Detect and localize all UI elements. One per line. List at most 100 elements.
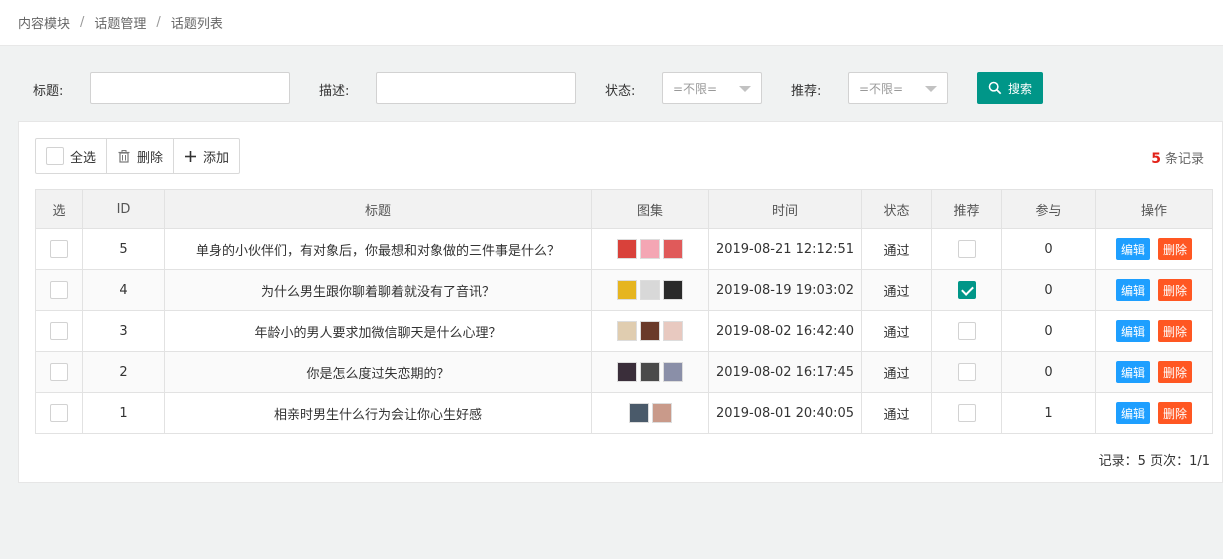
edit-button[interactable]: 编辑 — [1115, 238, 1150, 260]
filter-bar: 标题: 描述: 状态: =不限= 推荐: =不限= 搜索 — [0, 58, 1223, 118]
status-select[interactable]: =不限= — [662, 72, 762, 104]
gallery-thumbnail[interactable] — [628, 403, 649, 423]
row-checkbox[interactable] — [50, 281, 68, 299]
select-all-label: 全选 — [70, 150, 97, 166]
row-gallery — [591, 351, 709, 393]
delete-row-button[interactable]: 删除 — [1158, 279, 1193, 301]
row-select-cell — [35, 310, 83, 352]
row-gallery — [591, 392, 709, 434]
row-join: 1 — [1001, 392, 1096, 434]
row-gallery — [591, 269, 709, 311]
row-title: 单身的小伙伴们，有对象后，你最想和对象做的三件事是什么？ — [164, 228, 592, 270]
pager-info: 记录：5 页次：1/1 — [1098, 454, 1210, 469]
edit-button[interactable]: 编辑 — [1115, 279, 1150, 301]
breadcrumb-separator: / — [80, 15, 85, 30]
row-id: 5 — [82, 228, 165, 270]
row-gallery — [591, 310, 709, 352]
row-select-cell — [35, 228, 83, 270]
row-id: 4 — [82, 269, 165, 311]
add-button[interactable]: 添加 — [174, 139, 239, 173]
trash-icon — [118, 150, 130, 163]
table-header-row: 选 ID 标题 图集 时间 状态 推荐 参与 操作 — [35, 189, 1213, 229]
gallery-thumbnail[interactable] — [663, 280, 683, 300]
row-join: 0 — [1001, 351, 1096, 393]
status-select-value: =不限= — [673, 81, 718, 96]
gallery-thumbnail[interactable] — [617, 321, 637, 341]
add-label: 添加 — [203, 150, 230, 166]
row-time: 2019-08-01 20:40:05 — [708, 392, 862, 434]
header-id: ID — [82, 189, 165, 229]
status-label: 状态: — [605, 84, 636, 99]
row-actions: 编辑 删除 — [1095, 310, 1213, 352]
row-status: 通过 — [861, 392, 932, 434]
header-title: 标题 — [164, 189, 592, 229]
row-id: 2 — [82, 351, 165, 393]
breadcrumb: 内容模块 / 话题管理 / 话题列表 — [0, 0, 1223, 46]
search-button-label: 搜索 — [1007, 81, 1032, 96]
topic-list-panel: 全选 删除 添加 5 条记录 选 ID 标题 图集 时间 状态 推荐 参与 操作… — [18, 121, 1223, 483]
row-title: 相亲时男生什么行为会让你心生好感 — [164, 392, 592, 434]
title-input[interactable] — [90, 72, 290, 104]
row-time: 2019-08-21 12:12:51 — [708, 228, 862, 270]
breadcrumb-item-content-module[interactable]: 内容模块 — [18, 13, 70, 32]
search-icon — [988, 81, 1002, 95]
recommend-checkbox[interactable] — [957, 404, 976, 422]
table-row: 2 你是怎么度过失恋期的？ 2019-08-02 16:17:45 通过 0 编… — [35, 351, 1213, 393]
edit-button[interactable]: 编辑 — [1115, 320, 1150, 342]
row-checkbox[interactable] — [50, 322, 68, 340]
row-checkbox[interactable] — [50, 363, 68, 381]
row-checkbox[interactable] — [50, 404, 68, 422]
row-join: 0 — [1001, 269, 1096, 311]
header-status: 状态 — [861, 189, 932, 229]
row-recommend-cell — [931, 269, 1002, 311]
row-status: 通过 — [861, 351, 932, 393]
edit-button[interactable]: 编辑 — [1115, 361, 1150, 383]
recommend-checkbox[interactable] — [957, 281, 976, 299]
row-select-cell — [35, 269, 83, 311]
row-time: 2019-08-19 19:03:02 — [708, 269, 862, 311]
search-button[interactable]: 搜索 — [977, 72, 1043, 104]
delete-row-button[interactable]: 删除 — [1158, 361, 1193, 383]
gallery-thumbnail[interactable] — [651, 403, 672, 423]
gallery-thumbnail[interactable] — [640, 280, 660, 300]
delete-row-button[interactable]: 删除 — [1158, 320, 1193, 342]
table-row: 3 年龄小的男人要求加微信聊天是什么心理？ 2019-08-02 16:42:4… — [35, 310, 1213, 352]
delete-label: 删除 — [137, 150, 164, 166]
desc-label: 描述: — [319, 84, 350, 99]
gallery-thumbnail[interactable] — [617, 362, 637, 382]
header-gallery: 图集 — [591, 189, 709, 229]
recommend-select[interactable]: =不限= — [848, 72, 948, 104]
row-join: 0 — [1001, 310, 1096, 352]
gallery-thumbnail[interactable] — [663, 239, 683, 259]
delete-row-button[interactable]: 删除 — [1158, 402, 1193, 424]
recommend-checkbox[interactable] — [957, 240, 976, 258]
select-all-button[interactable]: 全选 — [36, 139, 108, 173]
gallery-thumbnail[interactable] — [663, 321, 683, 341]
toolbar: 全选 删除 添加 — [35, 138, 241, 174]
row-select-cell — [35, 392, 83, 434]
row-actions: 编辑 删除 — [1095, 269, 1213, 311]
delete-button[interactable]: 删除 — [107, 139, 175, 173]
gallery-thumbnail[interactable] — [640, 362, 660, 382]
recommend-checkbox[interactable] — [957, 322, 976, 340]
row-select-cell — [35, 351, 83, 393]
recommend-checkbox[interactable] — [957, 363, 976, 381]
gallery-thumbnail[interactable] — [640, 239, 660, 259]
row-id: 3 — [82, 310, 165, 352]
row-recommend-cell — [931, 392, 1002, 434]
row-checkbox[interactable] — [50, 240, 68, 258]
select-all-checkbox[interactable] — [46, 147, 64, 165]
gallery-thumbnail[interactable] — [663, 362, 683, 382]
gallery-thumbnail[interactable] — [617, 280, 637, 300]
row-status: 通过 — [861, 310, 932, 352]
desc-input[interactable] — [376, 72, 576, 104]
record-count-number: 5 — [1151, 151, 1161, 167]
row-status: 通过 — [861, 228, 932, 270]
recommend-label: 推荐: — [791, 84, 822, 99]
delete-row-button[interactable]: 删除 — [1158, 238, 1193, 260]
gallery-thumbnail[interactable] — [617, 239, 637, 259]
breadcrumb-item-topic-manage[interactable]: 话题管理 — [94, 13, 146, 32]
gallery-thumbnail[interactable] — [640, 321, 660, 341]
edit-button[interactable]: 编辑 — [1115, 402, 1150, 424]
row-actions: 编辑 删除 — [1095, 228, 1213, 270]
